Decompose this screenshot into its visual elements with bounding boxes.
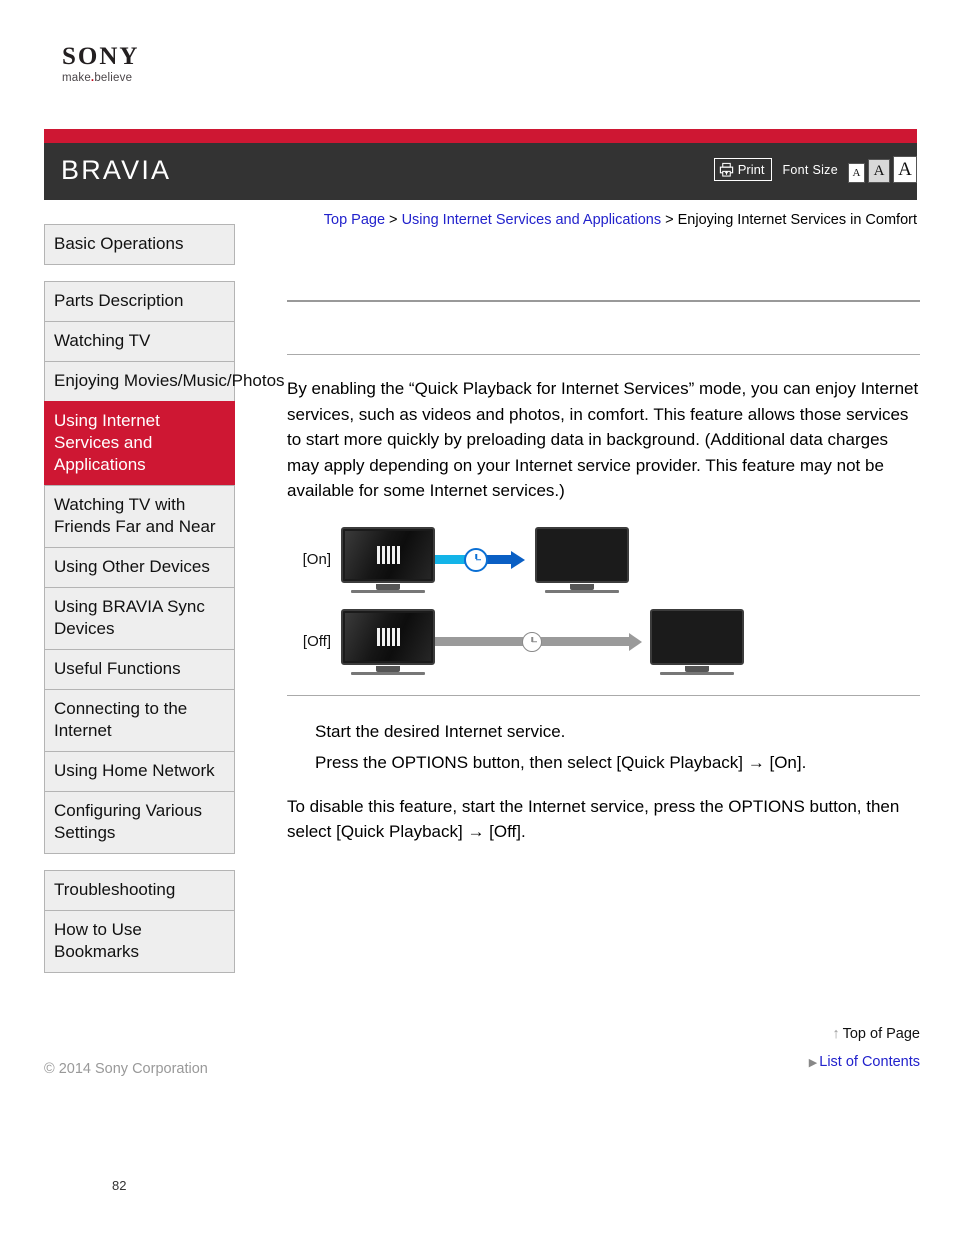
diagram-label-on: [On] [302,551,331,568]
arrow-on-fast [435,547,525,572]
triangle-right-icon: ▶ [808,1057,818,1069]
tv-foot [351,589,425,593]
font-size-label: Font Size [782,162,838,177]
diagram-row-off: [Off] [287,608,920,675]
tv-stand [376,665,400,672]
tv-stand [685,665,709,672]
printer-icon [719,162,734,177]
page-title-slot [287,302,920,354]
arrow-segment-gray-right [541,637,629,646]
sidebar-item-watching-tv[interactable]: Watching TV [44,321,235,361]
sidebar-group-3: Troubleshooting How to Use Bookmarks [44,870,235,973]
up-arrow-icon: ↑ [832,1026,840,1042]
sidebar-item-troubleshooting[interactable]: Troubleshooting [44,870,235,910]
steps-list: Start the desired Internet service. Pres… [287,716,920,778]
sony-wordmark: SONY [62,43,140,70]
breadcrumb-link-using-internet-services[interactable]: Using Internet Services and Applications [402,212,662,228]
font-size-small-button[interactable]: A [848,163,865,183]
sidebar-item-using-home-network[interactable]: Using Home Network [44,751,235,791]
tv-stand [570,583,594,590]
sidebar-item-parts-description[interactable]: Parts Description [44,281,235,321]
tagline-post: believe [94,72,133,84]
body-paragraph: By enabling the “Quick Playback for Inte… [287,379,919,500]
tagline-pre: make [62,72,91,84]
tv-loading-on [341,526,435,593]
arrow-segment-blue [487,555,511,564]
tv-foot [660,671,734,675]
quick-playback-illustration: [On] [Off] [287,521,920,681]
top-of-page-link[interactable]: ↑ Top of Page [560,1026,920,1042]
list-of-contents-label[interactable]: List of Contents [819,1054,920,1070]
arrow-head-on [511,550,525,569]
step-item-1: Start the desired Internet service. [315,721,566,741]
sidebar-item-using-internet-services-and-applications[interactable]: Using Internet Services and Applications [44,401,235,485]
step-item-2: Press the OPTIONS button, then select [Q… [315,752,807,772]
sidebar-item-how-to-use-bookmarks[interactable]: How to Use Bookmarks [44,910,235,973]
sidebar-item-using-bravia-sync-devices[interactable]: Using BRAVIA Sync Devices [44,587,235,649]
breadcrumb-link-top-page[interactable]: Top Page [324,212,385,228]
arrow-off-slow [435,631,642,652]
sony-tagline: make.believe [62,72,262,85]
print-button[interactable]: Print [713,158,773,181]
tv-stand [376,583,400,590]
font-size-group: A A A [848,156,917,183]
arrow-segment-cyan [435,555,465,564]
sidebar-group-2: Parts Description Watching TV Enjoying M… [44,281,285,854]
sidebar-item-enjoying-movies-music-photos[interactable]: Enjoying Movies/Music/Photos [44,361,285,401]
page-number: 82 [112,1178,127,1193]
closing-paragraph: To disable this feature, start the Inter… [287,796,900,842]
tv-playing-on [535,526,629,593]
sony-logo: SONY make.believe [62,44,262,85]
sidebar-item-watching-tv-with-friends-far-and-near[interactable]: Watching TV with Friends Far and Near [44,485,235,547]
sidebar: Basic Operations Parts Description Watch… [44,224,285,989]
font-size-large-button[interactable]: A [893,156,917,183]
breadcrumb-separator-1: > [385,212,402,228]
diagram-label-off: [Off] [302,633,331,650]
clock-icon-on [464,547,488,572]
tv-screen-loading-bars [345,530,431,579]
header-red-stripe [44,129,917,143]
breadcrumb-current-page: Enjoying Internet Services in Comfort [677,212,917,228]
print-button-label: Print [737,162,765,177]
sidebar-item-connecting-to-the-internet[interactable]: Connecting to the Internet [44,689,235,751]
sidebar-item-using-other-devices[interactable]: Using Other Devices [44,547,235,587]
tv-playing-off [650,608,744,675]
bravia-title: BRAVIA [61,155,172,185]
arrow-head-off [629,632,642,651]
footer-links: ↑ Top of Page ▶ List of Contents [560,1026,920,1070]
tv-screen-loading-bars [345,612,431,661]
breadcrumb: Top Page > Using Internet Services and A… [280,209,917,231]
tv-loading-off [341,608,435,675]
tv-foot [545,589,619,593]
sidebar-item-basic-operations[interactable]: Basic Operations [44,224,235,265]
sidebar-group-1: Basic Operations [44,224,235,265]
top-of-page-label: Top of Page [842,1026,920,1042]
diagram-row-on: [On] [287,526,920,593]
header-bar: BRAVIA Print Font Size A A A [44,143,917,200]
content-title-divider [287,354,920,355]
arrow-segment-gray-left [435,637,523,646]
sidebar-item-useful-functions[interactable]: Useful Functions [44,649,235,689]
copyright-text: © 2014 Sony Corporation [44,1061,208,1077]
list-of-contents-link[interactable]: ▶ List of Contents [560,1054,920,1070]
header-controls: Print Font Size A A A [713,156,917,183]
tv-foot [351,671,425,675]
page-header: BRAVIA Print Font Size A A A [44,129,917,200]
steps-divider [287,694,920,696]
font-size-medium-button[interactable]: A [868,159,890,183]
sidebar-item-configuring-various-settings[interactable]: Configuring Various Settings [44,791,235,854]
breadcrumb-separator-2: > [661,212,678,228]
main-content: By enabling the “Quick Playback for Inte… [287,300,920,862]
clock-icon-off [522,631,542,652]
